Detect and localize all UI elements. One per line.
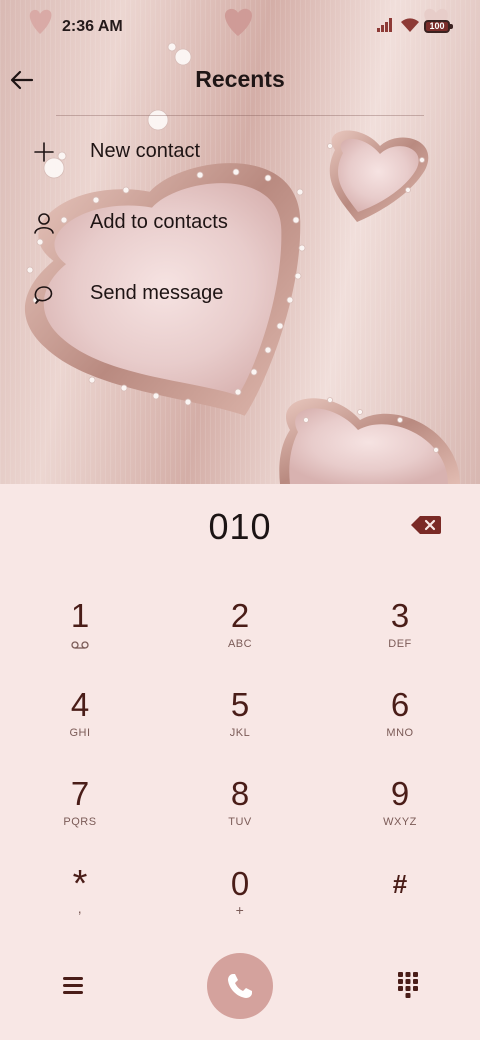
key-digit: 2 <box>230 597 250 634</box>
person-icon <box>34 213 54 234</box>
menu-item-new-contact[interactable]: New contact <box>30 130 290 174</box>
key-letters: , <box>77 900 83 916</box>
key-digit: 8 <box>230 775 250 812</box>
message-bubble-icon <box>34 286 53 304</box>
dialpad-grid-icon[interactable] <box>397 971 419 999</box>
menu-item-add-to-contacts[interactable]: Add to contacts <box>30 201 290 245</box>
dialpad-key-9[interactable]: 9 WXYZ <box>340 774 460 854</box>
dialpad-key-7[interactable]: 7 PQRS <box>20 774 140 854</box>
cellular-signal-icon <box>377 18 392 32</box>
menu-item-label: New contact <box>90 140 201 162</box>
dialpad-key-3[interactable]: 3 DEF <box>340 596 460 676</box>
key-letters: + <box>235 902 245 918</box>
dialpad-key-5[interactable]: 5 JKL <box>180 685 300 765</box>
key-letters: WXYZ <box>383 816 417 828</box>
dialpad-key-0[interactable]: 0 + <box>180 864 300 944</box>
dialed-number-display[interactable]: 010 <box>0 506 480 548</box>
dialpad-key-hash[interactable]: # <box>340 864 460 944</box>
voicemail-icon <box>71 641 89 649</box>
page-title: Recents <box>195 66 285 92</box>
dialpad-key-2[interactable]: 2 ABC <box>180 596 300 676</box>
key-digit: * <box>72 863 88 905</box>
key-digit: 4 <box>70 686 90 723</box>
phone-icon <box>228 974 252 998</box>
key-digit: 0 <box>230 865 250 902</box>
dialpad-key-1[interactable]: 1 <box>20 596 140 676</box>
menu-item-send-message[interactable]: Send message <box>30 272 290 316</box>
dialpad-key-6[interactable]: 6 MNO <box>340 685 460 765</box>
key-digit: 7 <box>70 775 90 812</box>
key-letters: TUV <box>228 816 252 828</box>
key-letters: PQRS <box>63 816 97 828</box>
key-digit: 5 <box>230 686 250 723</box>
key-letters: JKL <box>229 727 251 739</box>
key-letters: ABC <box>227 638 253 650</box>
backspace-icon[interactable] <box>410 514 442 536</box>
dialpad-key-star[interactable]: * , <box>20 864 140 944</box>
battery-icon: 100 <box>424 20 453 33</box>
battery-level: 100 <box>429 21 445 31</box>
key-digit: 1 <box>70 597 90 634</box>
menu-item-label: Add to contacts <box>90 211 228 233</box>
menu-item-label: Send message <box>90 282 224 304</box>
menu-icon[interactable] <box>62 975 84 995</box>
key-digit: 3 <box>390 597 410 634</box>
status-bar: 2:36 AM 100 <box>0 0 480 56</box>
header-divider <box>56 115 424 116</box>
key-letters: GHI <box>69 727 91 739</box>
status-time: 2:36 AM <box>62 18 123 35</box>
key-digit: 6 <box>390 686 410 723</box>
plus-icon <box>34 142 54 162</box>
key-digit: 9 <box>390 775 410 812</box>
dialpad-key-8[interactable]: 8 TUV <box>180 774 300 854</box>
call-button[interactable] <box>207 953 273 1019</box>
wifi-icon <box>401 18 419 32</box>
dialpad-key-4[interactable]: 4 GHI <box>20 685 140 765</box>
key-digit: # <box>392 869 408 899</box>
wallpaper-header-area: 2:36 AM 100 Recents New contact Add to c… <box>0 0 480 484</box>
key-letters: DEF <box>388 638 412 650</box>
dialpad: 010 1 2 ABC 3 DEF 4 GHI 5 JKL 6 MNO 7 PQ… <box>0 484 480 1040</box>
key-letters: MNO <box>386 727 414 739</box>
